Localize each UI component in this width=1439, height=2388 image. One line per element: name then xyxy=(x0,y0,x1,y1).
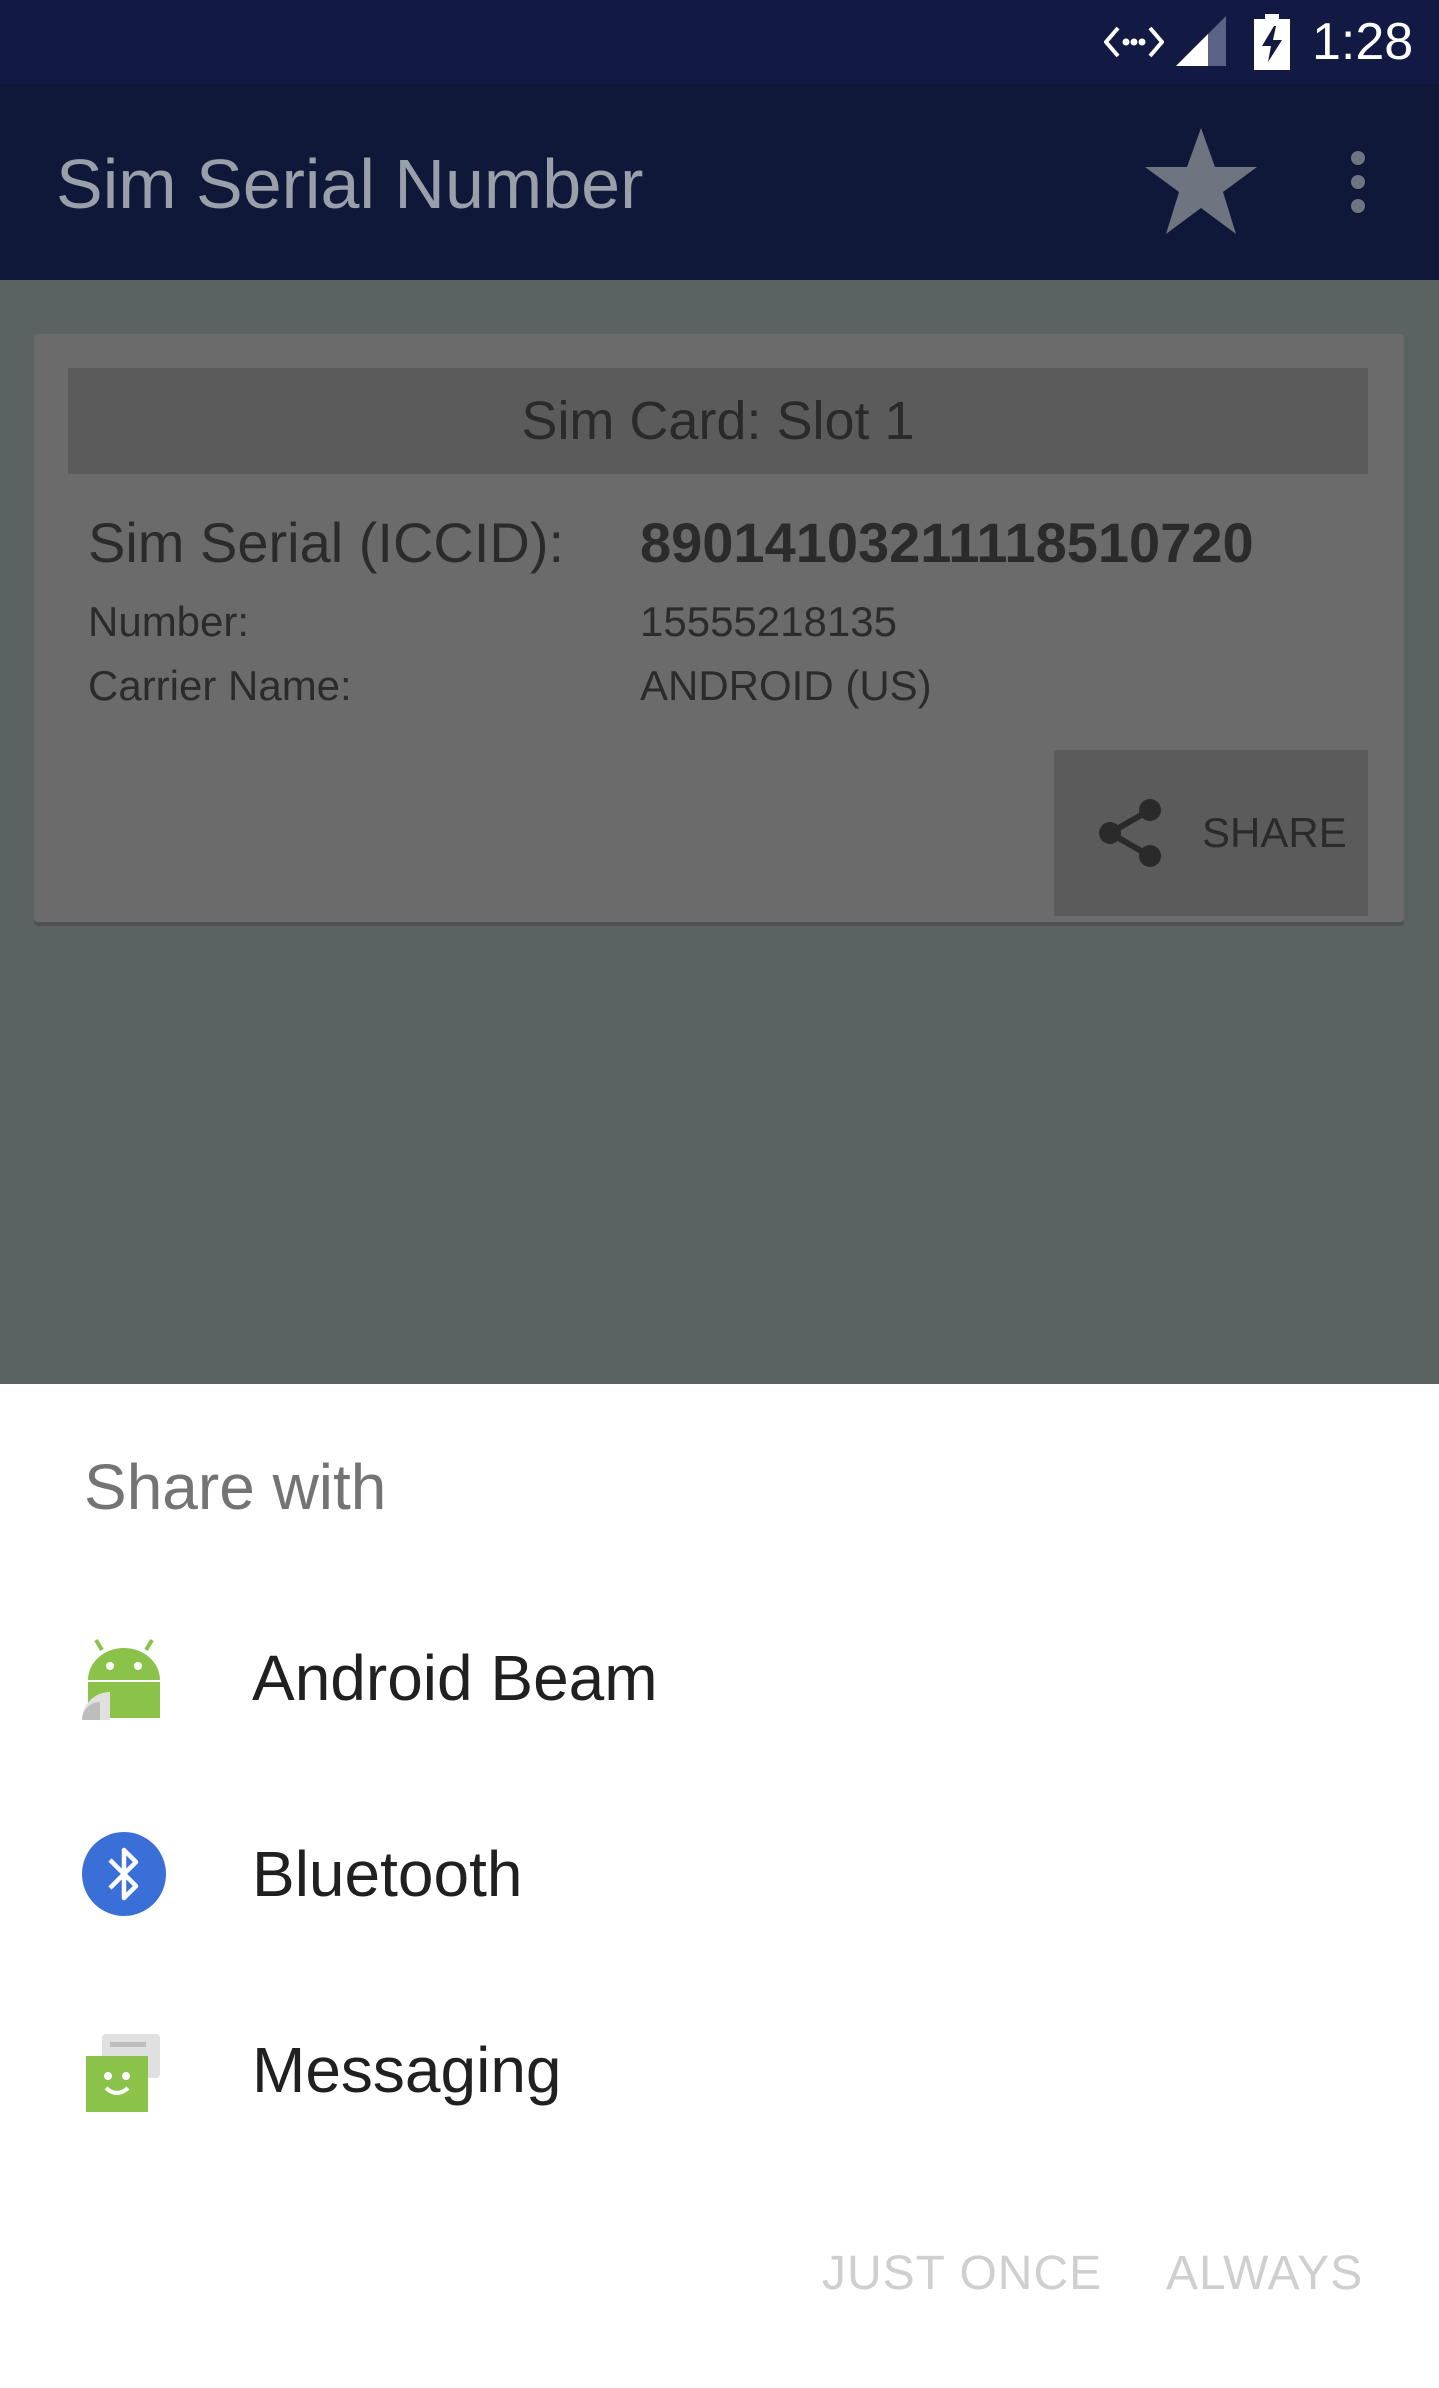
share-sheet: Share with Android Beam Bluetooth Messag… xyxy=(0,1384,1439,2388)
carrier-label: Carrier Name: xyxy=(88,662,352,709)
app-bar: Sim Serial Number xyxy=(0,84,1439,280)
sim-slot-header: Sim Card: Slot 1 xyxy=(68,368,1368,474)
share-option-label: Android Beam xyxy=(252,1642,658,1714)
battery-charging-icon xyxy=(1254,0,1290,84)
data-sync-icon xyxy=(1104,0,1164,84)
star-icon[interactable] xyxy=(1144,126,1258,240)
messaging-icon xyxy=(86,2034,160,2112)
share-option-label: Messaging xyxy=(252,2034,562,2106)
screen: 1:28 Sim Serial Number Sim Card: Slot 1 … xyxy=(0,0,1439,2388)
share-option-bluetooth[interactable]: Bluetooth xyxy=(0,1776,1439,1972)
share-option-messaging[interactable]: Messaging xyxy=(0,1972,1439,2168)
number-value: 15555218135 xyxy=(640,598,897,645)
signal-icon xyxy=(1176,0,1226,84)
iccid-label: Sim Serial (ICCID): xyxy=(88,511,565,574)
number-label: Number: xyxy=(88,598,250,645)
status-time: 1:28 xyxy=(1312,13,1414,71)
carrier-value: ANDROID (US) xyxy=(640,662,932,709)
content-area: Sim Card: Slot 1 Sim Serial (ICCID): 890… xyxy=(0,280,1439,1384)
app-title: Sim Serial Number xyxy=(56,145,644,223)
just-once-button[interactable]: JUST ONCE xyxy=(822,2246,1102,2301)
overflow-menu-icon[interactable] xyxy=(1346,150,1370,218)
share-option-label: Bluetooth xyxy=(252,1838,523,1910)
share-icon xyxy=(1099,799,1161,867)
android-beam-icon xyxy=(82,1638,160,1720)
always-button[interactable]: ALWAYS xyxy=(1166,2246,1363,2301)
share-button-label: SHARE xyxy=(1202,809,1347,856)
share-sheet-title: Share with xyxy=(84,1451,387,1523)
iccid-value: 89014103211118510720 xyxy=(640,511,1254,574)
sim-card: Sim Card: Slot 1 Sim Serial (ICCID): 890… xyxy=(34,334,1404,922)
share-option-android-beam[interactable]: Android Beam xyxy=(0,1580,1439,1776)
bluetooth-icon xyxy=(82,1832,166,1916)
share-button[interactable]: SHARE xyxy=(1054,750,1368,916)
status-bar: 1:28 xyxy=(0,0,1439,84)
